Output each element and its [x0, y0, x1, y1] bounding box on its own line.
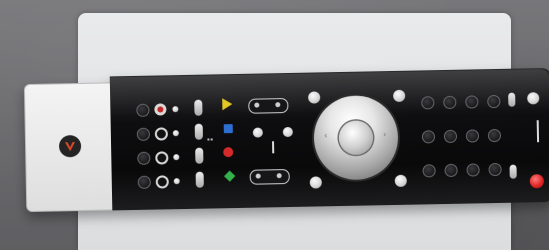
divider-line	[272, 141, 274, 154]
mini-button-3[interactable]	[173, 154, 180, 161]
rocker-bottom[interactable]	[249, 168, 290, 185]
mini-button-4[interactable]	[173, 178, 180, 185]
chevron-left-icon: ‹	[323, 131, 328, 142]
mini-button-1[interactable]	[172, 106, 179, 113]
pill-button-3[interactable]	[195, 147, 204, 164]
rocker-top[interactable]	[248, 98, 289, 114]
right-pill-2[interactable]	[509, 164, 517, 179]
stop-square-icon[interactable]	[223, 124, 233, 134]
logo-v-icon	[58, 134, 82, 158]
remote-control: ▪▪ ‹ ›	[23, 67, 549, 213]
remote-end-cap	[23, 82, 115, 213]
pill-button-1[interactable]	[194, 99, 203, 116]
play-triangle-icon[interactable]	[222, 98, 233, 111]
pill-button-4[interactable]	[195, 171, 204, 188]
chevron-right-icon: ›	[382, 130, 387, 141]
right-pill-1[interactable]	[508, 92, 516, 107]
mini-button-2[interactable]	[172, 130, 179, 137]
pill-button-2[interactable]	[194, 123, 203, 140]
tag-mark: ▪▪	[206, 136, 214, 142]
